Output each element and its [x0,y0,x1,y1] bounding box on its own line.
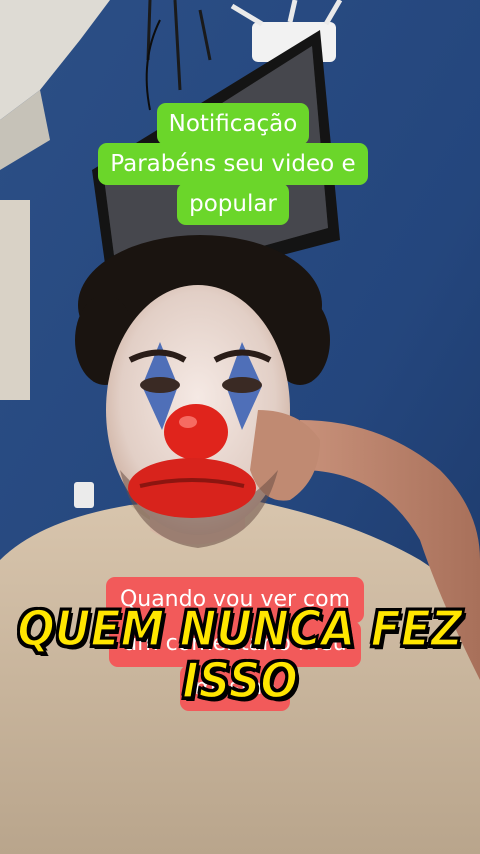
notification-caption: Notificação Parabéns seu video e popular [66,103,400,225]
video-frame: Notificação Parabéns seu video e popular… [0,0,480,854]
title-overlay-line: ISSO [181,652,299,711]
title-overlay: QUEM NUNCA FEZ ISSO [0,600,480,711]
notification-caption-line: popular [177,183,289,225]
title-overlay-line: QUEM NUNCA FEZ [16,600,463,659]
notification-caption-line: Notificação [156,103,310,145]
notification-caption-line: Parabéns seu video e [98,143,368,185]
